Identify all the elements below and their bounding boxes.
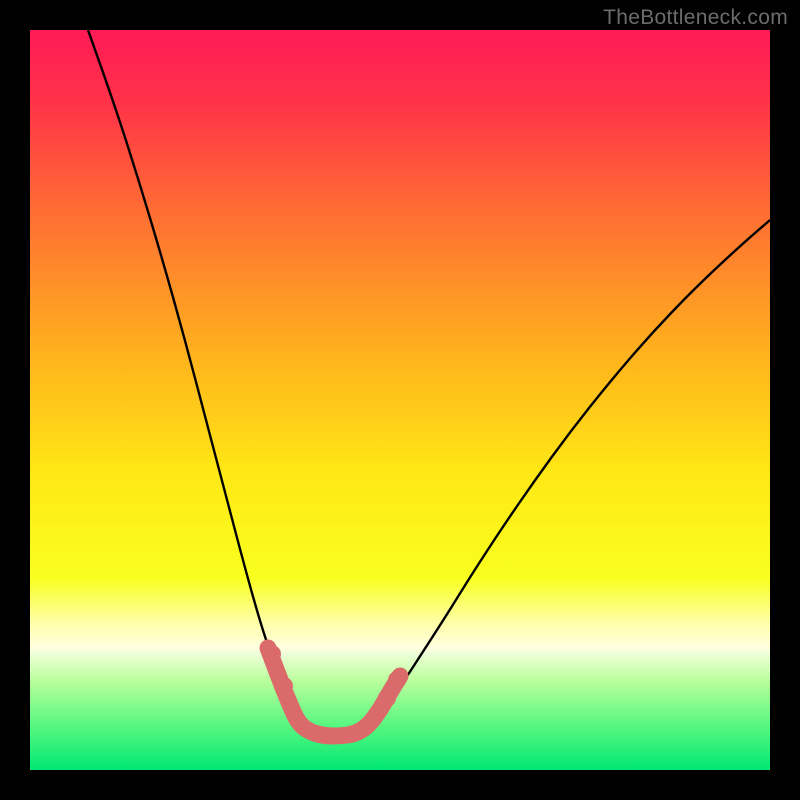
plot-area <box>30 30 770 770</box>
watermark-text: TheBottleneck.com <box>603 6 788 30</box>
marker-point <box>263 645 281 663</box>
marker-point <box>388 671 406 689</box>
chart-frame: TheBottleneck.com <box>0 0 800 800</box>
heatmap-background <box>30 30 770 770</box>
chart-svg <box>30 30 770 770</box>
marker-point <box>378 689 396 707</box>
marker-point <box>275 677 293 695</box>
